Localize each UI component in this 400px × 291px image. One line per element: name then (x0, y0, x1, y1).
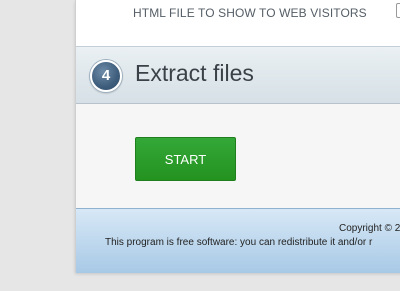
step-header: 4 Extract files (76, 46, 400, 104)
copyright-text: Copyright © 2 (339, 223, 400, 234)
html-file-checkbox[interactable] (396, 3, 400, 18)
installer-panel: HTML FILE TO SHOW TO WEB VISITORS 4 Extr… (75, 0, 400, 273)
step-number-badge: 4 (90, 60, 122, 92)
html-file-row: HTML FILE TO SHOW TO WEB VISITORS (76, 0, 400, 46)
step-title: Extract files (135, 60, 254, 86)
start-button[interactable]: START (135, 137, 236, 181)
html-file-label: HTML FILE TO SHOW TO WEB VISITORS (133, 6, 367, 20)
footer: Copyright © 2 This program is free softw… (76, 208, 400, 273)
license-text: This program is free software: you can r… (105, 237, 373, 248)
